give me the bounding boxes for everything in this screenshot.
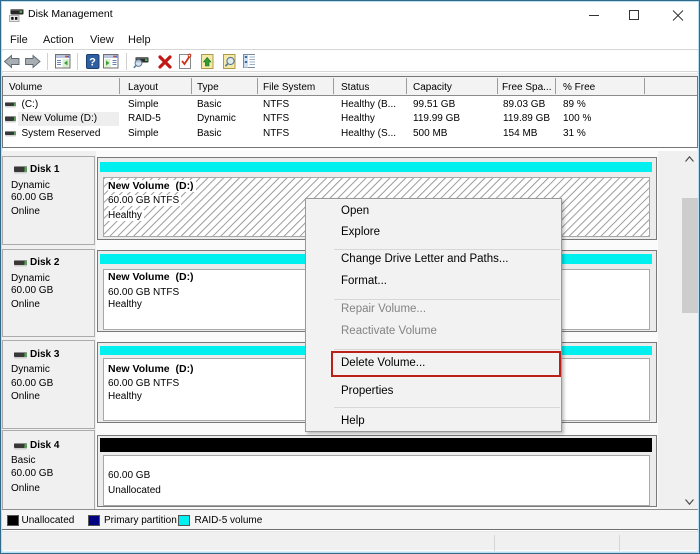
svg-text:?: ? <box>89 57 96 69</box>
